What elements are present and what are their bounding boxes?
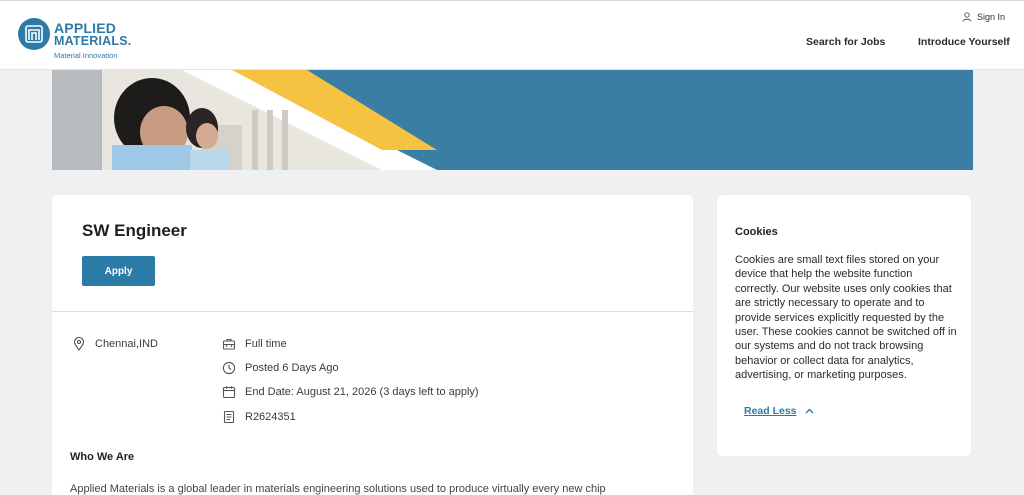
cookie-panel: Cookies Cookies are small text files sto… [717,195,971,456]
hero-banner-image [52,70,973,170]
clock-icon [222,361,236,375]
section-text: Applied Materials is a global leader in … [70,483,606,495]
user-icon [962,12,972,22]
job-location-text: Chennai,IND [95,338,158,350]
header: APPLIED MATERIALS. Material Innovation S… [0,0,1024,70]
job-time-type: Full time [222,337,287,351]
chevron-up-icon [805,408,814,414]
job-requisition-text: R2624351 [245,411,296,423]
logo-mark-icon [18,18,50,50]
job-end-date-text: End Date: August 21, 2026 (3 days left t… [245,386,479,398]
read-less-link[interactable]: Read Less [744,405,814,417]
cookie-description: Cookies are small text files stored on y… [735,254,957,382]
job-location: Chennai,IND [72,337,158,351]
logo-text-line2: MATERIALS. [54,34,132,48]
document-icon [223,410,235,424]
job-posted-date: Posted 6 Days Ago [222,361,339,375]
company-logo[interactable]: APPLIED MATERIALS. Material Innovation [18,16,148,62]
sign-in-label: Sign In [977,12,1006,22]
sign-in-link[interactable]: Sign In [962,12,1005,22]
logo-tagline: Material Innovation [54,51,118,60]
read-less-label: Read Less [744,405,797,417]
job-requisition-id: R2624351 [222,410,296,424]
job-posted-text: Posted 6 Days Ago [245,362,339,374]
job-title: SW Engineer [82,221,187,240]
job-details-card: SW Engineer Apply Chennai,IND Full time … [52,195,693,495]
section-heading-who-we-are: Who We Are [70,451,135,463]
nav-introduce-yourself[interactable]: Introduce Yourself [918,36,1010,48]
apply-button[interactable]: Apply [82,256,155,286]
job-time-type-text: Full time [245,338,287,350]
job-end-date: End Date: August 21, 2026 (3 days left t… [222,385,479,399]
nav-search-for-jobs[interactable]: Search for Jobs [806,36,885,48]
cookie-title: Cookies [735,226,778,238]
hero-banner [52,70,973,170]
location-pin-icon [73,337,85,351]
divider [52,311,693,312]
briefcase-icon [222,338,236,350]
calendar-icon [222,386,236,399]
